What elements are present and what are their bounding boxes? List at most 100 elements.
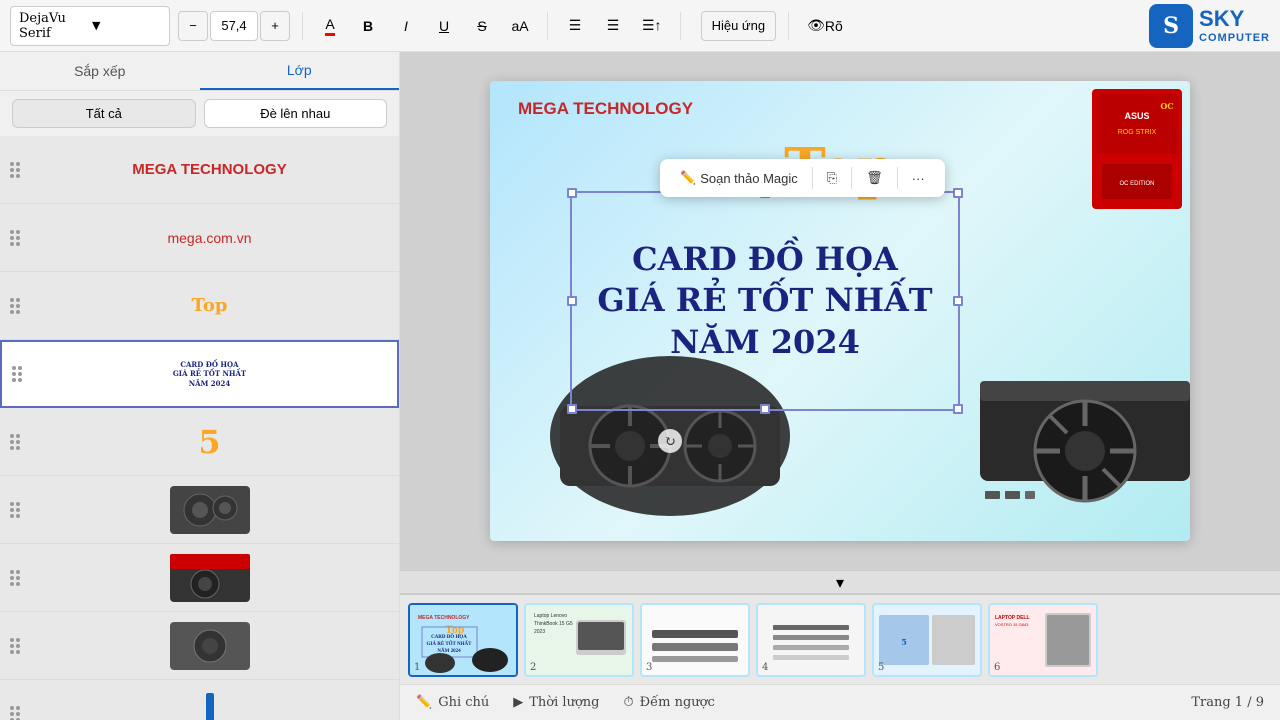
thumb-5-num: 5 [878,662,884,673]
drag-handle-url[interactable] [10,230,20,246]
thumb-2-num: 2 [530,662,536,673]
font-name: DejaVu Serif [19,11,88,41]
thumbnail-2[interactable]: Laptop Lenovo ThinkBook 15 G5 2023 2 [524,603,634,677]
svg-text:Top: Top [445,622,465,636]
thumb-3-content [642,605,748,675]
font-selector[interactable]: DejaVu Serif ▼ [10,6,170,46]
layer-item-mega-tech[interactable]: MEGA TECHNOLOGY [0,136,399,204]
layer-item-gpu2[interactable] [0,544,399,612]
filter-buttons: Tất cả Đè lên nhau [0,91,399,136]
decrease-font-button[interactable]: − [178,11,208,41]
svg-text:↻: ↻ [664,434,676,450]
svg-text:5: 5 [901,637,907,647]
layer-item-blue-rect[interactable] [0,680,399,720]
increase-font-button[interactable]: + [260,11,290,41]
tab-sapxep[interactable]: Sắp xếp [0,52,200,90]
thumbnail-5[interactable]: 5 5 [872,603,982,677]
filter-all-button[interactable]: Tất cả [12,99,196,128]
ellipsis-icon: ··· [912,171,925,186]
thumb-5-svg: 5 [874,605,980,675]
thumb-6-num: 6 [994,662,1000,673]
resize-handle-bm[interactable] [760,404,770,414]
align-icon: ☰ [569,17,582,34]
layer-item-number[interactable]: 5 [0,408,399,476]
notes-button[interactable]: ✏️ Ghi chú [416,695,489,710]
bold-button[interactable]: B [353,11,383,41]
countdown-icon: ⏱ [623,695,633,710]
drag-handle-blue-rect[interactable] [10,706,20,720]
collapse-button[interactable]: ▾ [400,570,1280,594]
tab-lop[interactable]: Lớp [200,52,400,90]
font-color-button[interactable]: A [315,11,345,41]
resize-handle-tr[interactable] [953,188,963,198]
logo-text: SKY COMPUTER [1199,6,1270,46]
resize-handle-br[interactable] [953,404,963,414]
filter-overlap-button[interactable]: Đè lên nhau [204,99,388,128]
drag-handle-gpu3[interactable] [10,638,20,654]
case-button[interactable]: aA [505,11,535,41]
drag-handle-gpu2[interactable] [10,570,20,586]
toolbar-separator-3 [680,12,681,40]
effects-button[interactable]: Hiệu ứng [701,11,777,41]
delete-button[interactable]: 🗑 [856,165,893,191]
ft-sep-1 [812,167,813,189]
more-options-button[interactable]: ··· [902,166,935,191]
ro-button[interactable]: 👁 Rõ [801,11,849,41]
font-size-input[interactable] [210,11,258,41]
list1-icon: ☰ [607,17,620,34]
layer-item-card[interactable]: CARD ĐỒ HỌAGIÁ RẺ TỐT NHẤTNĂM 2024 [0,340,399,408]
svg-text:Laptop Lenovo: Laptop Lenovo [534,613,567,619]
number-layer-text: 5 [198,423,220,461]
underline-button[interactable]: U [429,11,459,41]
svg-text:VOSTRO 15 G843: VOSTRO 15 G843 [995,622,1029,627]
drag-handle-mega-tech[interactable] [10,162,20,178]
layer-preview-mega-tech: MEGA TECHNOLOGY [30,143,389,197]
resize-handle-bl[interactable] [567,404,577,414]
italic-button[interactable]: I [391,11,421,41]
countdown-button[interactable]: ⏱ Đếm ngược [623,695,714,710]
layer-item-url[interactable]: mega.com.vn [0,204,399,272]
copy-style-button[interactable]: ⎘ [817,165,847,191]
resize-handle-tl[interactable] [567,188,577,198]
canvas-selected-box[interactable]: ↻ CARD ĐỒ HỌA GIÁ RẺ TỐT NHẤT NĂM 2024 [570,191,960,411]
align-button[interactable]: ☰ [560,11,590,41]
drag-handle-card[interactable] [12,366,22,382]
thumbnail-6[interactable]: LAPTOP DELL VOSTRO 15 G843 6 [988,603,1098,677]
trash-icon: 🗑 [866,170,883,186]
drag-handle-number[interactable] [10,434,20,450]
thumb-3-num: 3 [646,662,652,673]
floating-toolbar: ✏️ Soạn thảo Magic ⎘ 🗑 ··· [660,159,945,197]
resize-handle-rm[interactable] [953,296,963,306]
canvas-box-image: ASUS ROG STRIX OC EDITION OC [1092,89,1182,209]
thumb-4-content [758,605,864,675]
list1-button[interactable]: ☰ [598,11,628,41]
drag-handle-top[interactable] [10,298,20,314]
slide-canvas[interactable]: MEGA TECHNOLOGY Top ASUS ROG STRIX OC ED… [490,81,1190,541]
layer-item-gpu3[interactable] [0,612,399,680]
gpu3-thumbnail-svg [170,622,250,670]
blue-rect-preview [206,693,214,720]
canvas-scroll[interactable]: MEGA TECHNOLOGY Top ASUS ROG STRIX OC ED… [400,52,1280,570]
layer-preview-url: mega.com.vn [30,211,389,265]
duration-icon: ▶ [513,695,523,710]
thumb-4-svg [758,605,864,675]
card-line2: GIÁ RẺ TỐT NHẤT [597,280,932,322]
ft-sep-3 [897,167,898,189]
canvas-mega-tech[interactable]: MEGA TECHNOLOGY [518,99,693,119]
thumbnail-3[interactable]: 3 [640,603,750,677]
drag-handle-gpu1[interactable] [10,502,20,518]
thumbnail-4[interactable]: 4 [756,603,866,677]
thumbnail-1[interactable]: MEGA TECHNOLOGY Top CARD ĐỒ HỌA GIÁ RẺ T… [408,603,518,677]
card-line3: NĂM 2024 [597,322,932,364]
layer-item-gpu1[interactable] [0,476,399,544]
layer-item-top[interactable]: Top [0,272,399,340]
list2-button[interactable]: ☰↑ [636,11,668,41]
canvas-card-text[interactable]: CARD ĐỒ HỌA GIÁ RẺ TỐT NHẤT NĂM 2024 [597,239,932,364]
duration-button[interactable]: ▶ Thời lượng [513,695,599,710]
magic-edit-button[interactable]: ✏️ Soạn thảo Magic [670,165,808,191]
gpu1-thumbnail-svg [170,486,250,534]
main-toolbar: DejaVu Serif ▼ − + A B I U S aA ☰ ☰ ☰↑ H… [0,0,1280,52]
thumb-6-content: LAPTOP DELL VOSTRO 15 G843 [990,605,1096,675]
strikethrough-button[interactable]: S [467,11,497,41]
resize-handle-lm[interactable] [567,296,577,306]
